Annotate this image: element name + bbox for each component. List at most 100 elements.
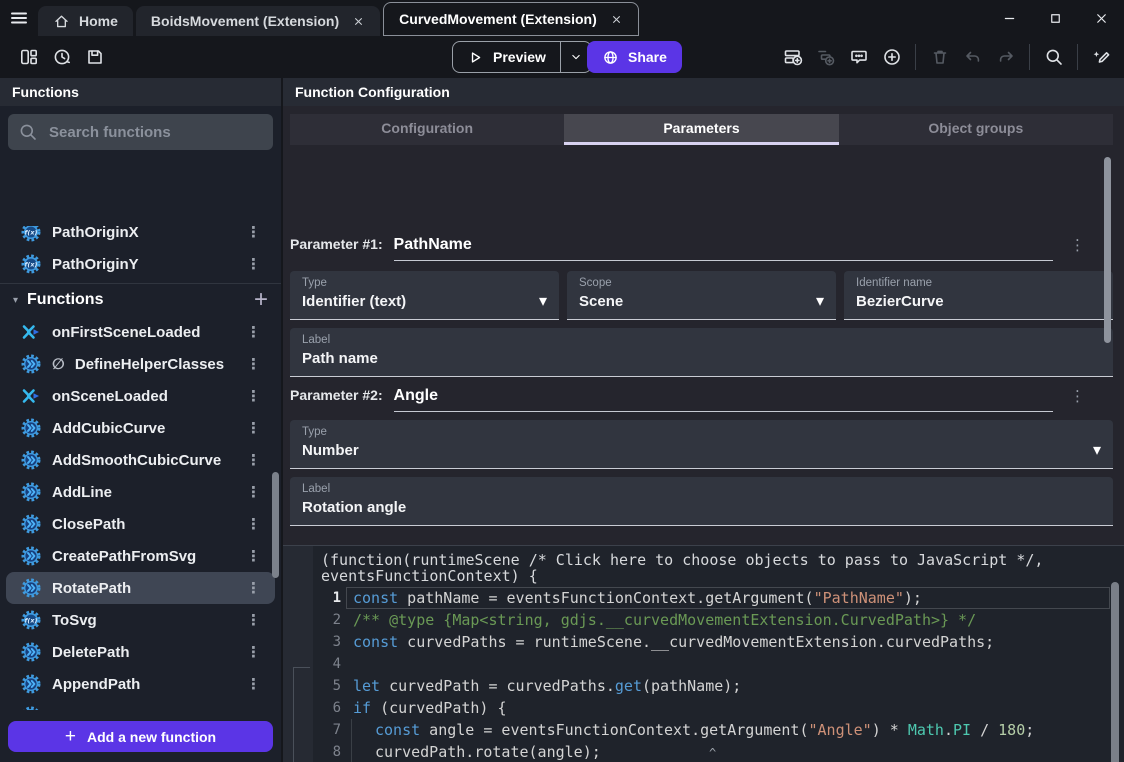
action-function-icon: [20, 513, 42, 535]
tab-close-icon[interactable]: [352, 15, 365, 28]
item-menu-icon[interactable]: ⋮: [240, 579, 267, 597]
play-icon: [467, 49, 484, 66]
code-line-7[interactable]: 7const angle = eventsFunctionContext.get…: [313, 719, 1110, 741]
item-menu-icon[interactable]: ⋮: [240, 515, 267, 533]
tab-object-groups[interactable]: Object groups: [839, 114, 1113, 142]
sidebar-item-definehelperclasses[interactable]: ∅DefineHelperClasses⋮: [6, 348, 275, 380]
item-menu-icon[interactable]: ⋮: [240, 547, 267, 565]
svg-text:f(x): f(x): [25, 616, 38, 624]
functions-group-header[interactable]: ▾Functions+: [0, 283, 281, 316]
code-line-6[interactable]: 6if (curvedPath) {: [313, 697, 1110, 719]
code-wrapper-line[interactable]: eventsFunctionContext) {: [313, 568, 1124, 584]
sidebar-item-duplicatedpath[interactable]: DuplicatedPath⋮: [6, 700, 275, 710]
save-icon[interactable]: [81, 44, 108, 70]
item-menu-icon[interactable]: ⋮: [240, 707, 267, 710]
code-line-5[interactable]: 5let curvedPath = curvedPaths.get(pathNa…: [313, 675, 1110, 697]
undo-icon[interactable]: [959, 44, 986, 70]
param-field-scope[interactable]: ScopeScene▾: [567, 271, 836, 320]
item-menu-icon[interactable]: ⋮: [240, 611, 267, 629]
code-line-2[interactable]: 2/** @type {Map<string, gdjs.__curvedMov…: [313, 609, 1110, 631]
preview-button[interactable]: Preview: [452, 41, 592, 73]
tab-parameters[interactable]: Parameters: [564, 114, 838, 142]
share-button[interactable]: Share: [587, 41, 682, 73]
parameter-fields: TypeNumber▾: [290, 420, 1113, 469]
item-menu-icon[interactable]: ⋮: [240, 323, 267, 341]
panels-icon[interactable]: [15, 44, 42, 70]
item-menu-icon[interactable]: ⋮: [240, 419, 267, 437]
action-function-icon: [20, 353, 42, 375]
code-line-1[interactable]: 1const pathName = eventsFunctionContext.…: [313, 587, 1110, 609]
item-menu-icon[interactable]: ⋮: [240, 451, 267, 469]
sidebar-item-createpathfromsvg[interactable]: CreatePathFromSvg⋮: [6, 540, 275, 572]
menu-icon[interactable]: [0, 0, 38, 36]
search-input[interactable]: [47, 123, 263, 142]
preview-button-main[interactable]: Preview: [453, 42, 560, 72]
add-event-icon[interactable]: [779, 44, 806, 70]
item-menu-icon[interactable]: ⋮: [240, 226, 267, 241]
code-line-3[interactable]: 3const curvedPaths = runtimeScene.__curv…: [313, 631, 1110, 653]
item-menu-icon[interactable]: ⋮: [240, 643, 267, 661]
titlebar-tab-curvedmovement-extension-[interactable]: CurvedMovement (Extension): [383, 2, 639, 36]
code-line-4[interactable]: 4: [313, 653, 1110, 675]
sidebar-item-onfirstsceneloaded[interactable]: onFirstSceneLoaded⋮: [6, 316, 275, 348]
parameter-menu-icon[interactable]: ⋮: [1070, 236, 1085, 254]
function-name: DeletePath: [52, 644, 130, 661]
titlebar-tab-home[interactable]: Home: [38, 6, 133, 36]
add-function-in-group-button[interactable]: +: [254, 290, 268, 310]
add-sub-event-icon[interactable]: [812, 44, 839, 70]
sidebar-item-deletepath[interactable]: DeletePath ⋮: [6, 636, 275, 668]
parameters-scrollbar[interactable]: [1104, 157, 1111, 343]
action-function-icon: [20, 673, 42, 695]
tab-configuration[interactable]: Configuration: [290, 114, 564, 142]
redo-icon[interactable]: [992, 44, 1019, 70]
add-circle-icon[interactable]: [878, 44, 905, 70]
code-scrollbar[interactable]: [1111, 582, 1119, 762]
add-function-button[interactable]: + Add a new function: [8, 721, 273, 752]
code-editor[interactable]: (function(runtimeScene /* Click here to …: [313, 546, 1124, 762]
window-minimize-button[interactable]: [986, 0, 1032, 36]
search-box[interactable]: [8, 114, 273, 150]
javascript-code-event[interactable]: (function(runtimeScene /* Click here to …: [283, 545, 1124, 762]
window-maximize-button[interactable]: [1032, 0, 1078, 36]
sidebar-item-tosvg[interactable]: f(x)ToSvg⋮: [6, 604, 275, 636]
sidebar-item-onsceneloaded[interactable]: onSceneLoaded⋮: [6, 380, 275, 412]
code-wrapper-line[interactable]: (function(runtimeScene /* Click here to …: [313, 552, 1124, 568]
add-comment-icon[interactable]: [845, 44, 872, 70]
line-number: 2: [313, 612, 347, 628]
sidebar-item-appendpath[interactable]: AppendPath⋮: [6, 668, 275, 700]
sidebar-scrollbar[interactable]: [272, 472, 279, 578]
tab-close-icon[interactable]: [610, 13, 623, 26]
sidebar-item-pathoriginy[interactable]: f(x)PathOriginY⋮: [6, 248, 275, 280]
window-close-button[interactable]: [1078, 0, 1124, 36]
svg-text:f(x): f(x): [25, 260, 38, 268]
search-icon[interactable]: [1040, 44, 1067, 70]
param-field-label[interactable]: LabelPath name: [290, 328, 1113, 377]
item-menu-icon[interactable]: ⋮: [240, 675, 267, 693]
trash-icon[interactable]: [926, 44, 953, 70]
sidebar-item-rotatepath[interactable]: RotatePath⋮: [6, 572, 275, 604]
configuration-tabs: ConfigurationParametersObject groups: [290, 114, 1113, 145]
sidebar-item-addsmoothcubiccurve[interactable]: AddSmoothCubicCurve⋮: [6, 444, 275, 476]
line-number: 6: [313, 700, 347, 716]
param-field-identifier-name[interactable]: Identifier nameBezierCurve: [844, 271, 1113, 320]
item-menu-icon[interactable]: ⋮: [240, 387, 267, 405]
line-number: 8: [313, 744, 347, 760]
magic-pencil-icon[interactable]: [1088, 44, 1115, 70]
param-field-type[interactable]: TypeNumber▾: [290, 420, 1113, 469]
sidebar-item-closepath[interactable]: ClosePath⋮: [6, 508, 275, 540]
item-menu-icon[interactable]: ⋮: [240, 355, 267, 373]
function-name: DefineHelperClasses: [75, 356, 224, 373]
item-menu-icon[interactable]: ⋮: [240, 483, 267, 501]
param-field-label[interactable]: LabelRotation angle: [290, 477, 1113, 526]
sidebar-item-addcubiccurve[interactable]: AddCubicCurve⋮: [6, 412, 275, 444]
event-indent-guide: [293, 667, 310, 762]
parameter-name-input[interactable]: PathName: [394, 236, 1053, 261]
parameter-name-input[interactable]: Angle: [394, 387, 1053, 412]
titlebar-tab-boidsmovement-extension-[interactable]: BoidsMovement (Extension): [136, 6, 380, 36]
history-icon[interactable]: [48, 44, 75, 70]
item-menu-icon[interactable]: ⋮: [240, 255, 267, 273]
sidebar-item-pathoriginx[interactable]: f(x)PathOriginX⋮: [6, 226, 275, 248]
param-field-type[interactable]: TypeIdentifier (text)▾: [290, 271, 559, 320]
parameter-menu-icon[interactable]: ⋮: [1070, 387, 1085, 405]
sidebar-item-addline[interactable]: AddLine⋮: [6, 476, 275, 508]
